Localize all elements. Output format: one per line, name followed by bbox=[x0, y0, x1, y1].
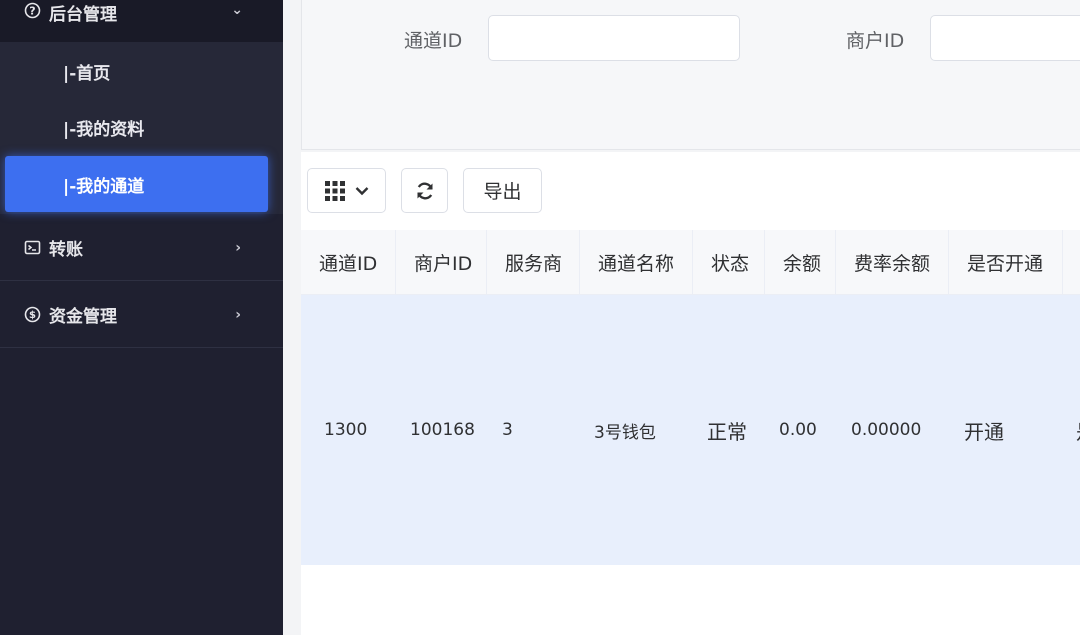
menu-group-funds[interactable]: $ 资金管理 › bbox=[0, 282, 283, 348]
export-button[interactable]: 导出 bbox=[463, 168, 542, 213]
column-header-enabled[interactable]: 是否开通 bbox=[949, 230, 1063, 294]
cell-provider: 3 bbox=[502, 420, 513, 440]
cell-fee-balance: 0.00000 bbox=[851, 420, 922, 440]
table-header: 通道ID 商户ID 服务商 通道名称 状态 余额 费率余额 是否开通 是 bbox=[301, 230, 1080, 295]
column-header-channel-name[interactable]: 通道名称 bbox=[580, 230, 693, 294]
sidebar-item-label: |-首页 bbox=[63, 63, 111, 84]
grid-icon bbox=[324, 180, 345, 201]
table-area: 导出 通道ID 商户ID 服务商 通道名称 状态 余额 费率余额 是否开通 是 … bbox=[301, 152, 1080, 635]
columns-toggle-button[interactable] bbox=[307, 168, 386, 213]
menu-group-transfer-label: 转账 bbox=[49, 240, 83, 260]
column-header-channel-id[interactable]: 通道ID bbox=[301, 230, 396, 294]
admin-submenu: |-首页 |-我的资料 |-我的通道 bbox=[0, 42, 283, 214]
merchant-id-input[interactable] bbox=[930, 15, 1080, 61]
column-header-balance[interactable]: 余额 bbox=[765, 230, 836, 294]
chevron-down-icon: ⌄ bbox=[231, 2, 243, 18]
cell-balance: 0.00 bbox=[779, 420, 817, 440]
refresh-button[interactable] bbox=[401, 168, 448, 213]
table-row[interactable]: 1300 100168 3 3号钱包 正常 0.00 0.00000 开通 是 bbox=[301, 295, 1080, 565]
dollar-circle-icon: $ bbox=[24, 306, 41, 323]
svg-text:?: ? bbox=[29, 4, 35, 17]
cell-enabled: 开通 bbox=[964, 419, 1004, 444]
menu-group-admin-label: 后台管理 bbox=[49, 5, 117, 25]
sidebar-item-my-profile[interactable]: |-我的资料 bbox=[0, 99, 283, 155]
cell-channel-id: 1300 bbox=[324, 420, 368, 440]
menu-group-admin[interactable]: ? 后台管理 ⌄ bbox=[0, 0, 283, 42]
cell-channel-name: 3号钱包 bbox=[594, 422, 656, 443]
menu-group-transfer[interactable]: 转账 › bbox=[0, 215, 283, 281]
refresh-icon bbox=[415, 181, 435, 201]
column-header-more[interactable]: 是 bbox=[1063, 230, 1080, 294]
column-header-status[interactable]: 状态 bbox=[693, 230, 765, 294]
sidebar: ? 后台管理 ⌄ |-首页 |-我的资料 |-我的通道 转账 › $ 资金管理 … bbox=[0, 0, 283, 635]
sidebar-item-label: |-我的资料 bbox=[63, 119, 145, 140]
column-header-provider[interactable]: 服务商 bbox=[487, 230, 580, 294]
menu-group-funds-label: 资金管理 bbox=[49, 307, 117, 327]
sidebar-item-label: |-我的通道 bbox=[63, 176, 145, 197]
chevron-down-icon bbox=[355, 186, 369, 196]
sidebar-item-my-channels[interactable]: |-我的通道 bbox=[5, 156, 268, 212]
export-button-label: 导出 bbox=[483, 181, 522, 203]
cell-status: 正常 bbox=[707, 419, 747, 444]
main-content: 通道ID 商户ID 导出 通道ID 商户ID 服务商 通道名称 状态 余额 费率… bbox=[283, 0, 1080, 635]
sidebar-item-home[interactable]: |-首页 bbox=[0, 43, 283, 99]
column-header-merchant-id[interactable]: 商户ID bbox=[396, 230, 487, 294]
chevron-right-icon: › bbox=[235, 306, 241, 323]
column-header-fee-balance[interactable]: 费率余额 bbox=[836, 230, 949, 294]
channel-id-label: 通道ID bbox=[404, 30, 463, 52]
merchant-id-label: 商户ID bbox=[846, 30, 905, 52]
channel-id-input[interactable] bbox=[488, 15, 740, 61]
question-circle-icon: ? bbox=[24, 2, 41, 19]
terminal-icon bbox=[24, 239, 41, 256]
svg-text:$: $ bbox=[29, 310, 36, 321]
cell-merchant-id: 100168 bbox=[410, 420, 475, 440]
chevron-right-icon: › bbox=[235, 239, 241, 256]
cell-more: 是 bbox=[1053, 295, 1080, 565]
search-panel: 通道ID 商户ID bbox=[301, 0, 1080, 150]
